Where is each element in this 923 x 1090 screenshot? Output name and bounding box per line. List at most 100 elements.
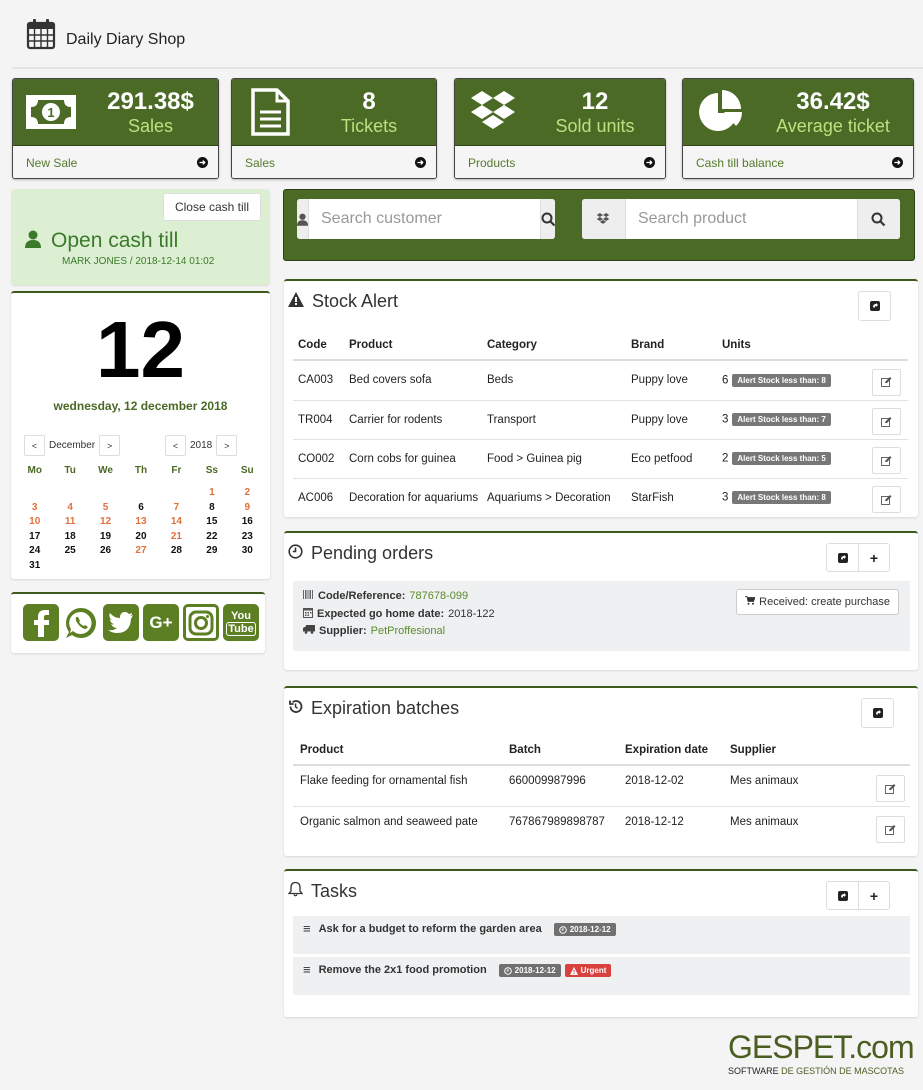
search-product-input[interactable]: [625, 199, 857, 239]
urgent-label: Urgent: [580, 966, 607, 975]
page-title: Daily Diary Shop: [66, 30, 186, 48]
money-bill-icon: 1: [25, 87, 77, 137]
calendar-day[interactable]: 20: [123, 530, 158, 544]
calendar-day[interactable]: 8: [194, 501, 229, 515]
products-link[interactable]: Products ➜: [455, 146, 665, 178]
calendar-day[interactable]: 28: [159, 544, 194, 558]
cell-units: 3 Alert Stock less than: 7: [722, 400, 866, 440]
units-value: 6: [722, 374, 729, 387]
calendar-day[interactable]: 18: [52, 530, 87, 544]
calendar-day[interactable]: 15: [194, 515, 229, 529]
cell-brand: Puppy love: [631, 360, 722, 401]
whatsapp-icon[interactable]: [63, 604, 99, 641]
stock-alert-panel: Stock Alert Code Product Category Brand …: [284, 279, 918, 517]
edit-button[interactable]: [872, 486, 901, 514]
sales-link[interactable]: Sales ➜: [232, 146, 436, 178]
supplier-value[interactable]: PetProffesional: [371, 625, 445, 637]
edit-button[interactable]: [872, 447, 901, 474]
weekday-header: Th: [134, 465, 148, 476]
expiration-row: Organic salmon and seaweed pate 767867989…: [293, 806, 910, 847]
calendar-day[interactable]: 5: [88, 501, 123, 515]
calendar-day[interactable]: 31: [17, 559, 52, 573]
edit-button[interactable]: [872, 368, 901, 396]
column-header: Code: [293, 330, 349, 361]
calendar-blank: [17, 486, 52, 500]
cash-till-status: Open cash till: [51, 229, 179, 252]
stock-alert-row: AC006 Decoration for aquariums Aquariums >…: [293, 478, 908, 517]
calendar-day[interactable]: 26: [88, 544, 123, 558]
refresh-button[interactable]: [827, 882, 858, 909]
calendar-widget: 12 wednesday, 12 december 2018 < Decembe…: [11, 291, 270, 579]
refresh-button[interactable]: [862, 699, 893, 727]
next-month-button[interactable]: >: [99, 435, 121, 456]
edit-button[interactable]: [876, 775, 905, 803]
year-nav: < 2018 >: [165, 435, 238, 456]
close-cash-till-button[interactable]: Close cash till: [162, 193, 261, 221]
refresh-button[interactable]: [827, 544, 858, 571]
calendar-day[interactable]: 21: [159, 530, 194, 544]
refresh-button[interactable]: [859, 292, 890, 320]
cell-expiration-date: 2018-12-12: [625, 815, 684, 828]
calendar-day[interactable]: 13: [123, 515, 158, 529]
stock-alert-badge: Alert Stock less than: 8: [732, 373, 831, 387]
drag-handle-icon[interactable]: ≡: [303, 922, 311, 935]
add-button[interactable]: +: [858, 544, 889, 571]
search-bar: [283, 189, 915, 261]
calendar-day[interactable]: 16: [230, 515, 265, 529]
next-year-button[interactable]: >: [216, 435, 238, 456]
calendar-day[interactable]: 3: [17, 501, 52, 515]
facebook-icon[interactable]: [23, 604, 59, 641]
create-purchase-button[interactable]: Received: create purchase: [736, 589, 899, 615]
calendar-day[interactable]: 30: [230, 544, 265, 558]
edit-button[interactable]: [876, 816, 905, 844]
calendar-day[interactable]: 14: [159, 515, 194, 529]
task-date-badge: 2018-12-12: [498, 964, 561, 977]
weekday-header: Su: [240, 465, 254, 476]
calendar-day[interactable]: 2: [230, 486, 265, 500]
calendar-grid: Mo Tu We Th Fr Ss Su 1 2 3 4 5 6 7 8 9 10 11 12 13 14 15 16 17 1…: [17, 465, 265, 572]
stock-alert-table: Code Product Category Brand Units CA003 B…: [293, 330, 908, 517]
brand-tagline-a: SOFTWARE: [728, 1066, 779, 1076]
instagram-icon[interactable]: [183, 604, 219, 641]
calendar-day[interactable]: 1: [194, 486, 229, 500]
add-task-button[interactable]: +: [858, 882, 889, 909]
cell-code: AC006: [298, 491, 334, 504]
task-item[interactable]: ≡ Ask for a budget to reform the garden a…: [293, 916, 910, 954]
search-product-button[interactable]: [856, 199, 900, 239]
brand-suffix: .com: [848, 1029, 914, 1065]
prev-year-button[interactable]: <: [165, 435, 186, 456]
search-customer-input[interactable]: [309, 199, 540, 239]
calendar-day[interactable]: 25: [52, 544, 87, 558]
calendar-day[interactable]: 6: [123, 501, 158, 515]
google-plus-icon[interactable]: G+: [143, 604, 179, 641]
units-value: 2: [722, 452, 729, 465]
calendar-day[interactable]: 23: [230, 530, 265, 544]
calendar-day[interactable]: 29: [194, 544, 229, 558]
search-customer-button[interactable]: [540, 199, 555, 239]
stat-card-sales: 1 291.38$ Sales New Sale ➜: [12, 78, 219, 179]
calendar-day[interactable]: 22: [194, 530, 229, 544]
stock-alert-row: CA003 Bed covers sofa Beds Puppy love 6 Alert…: [293, 360, 908, 401]
edit-button[interactable]: [872, 408, 901, 435]
calendar-day[interactable]: 24: [17, 544, 52, 558]
calendar-day[interactable]: 27: [123, 544, 158, 558]
twitter-icon[interactable]: [103, 604, 139, 641]
youtube-icon[interactable]: You Tube: [223, 604, 259, 641]
cash-till-balance-link[interactable]: Cash till balance ➜: [683, 146, 913, 178]
stat-value: 36.42$: [796, 88, 870, 115]
drag-handle-icon[interactable]: ≡: [303, 963, 311, 976]
task-item[interactable]: ≡ Remove the 2x1 food promotion 2018-12-12…: [293, 957, 910, 995]
bell-icon: [287, 881, 304, 902]
calendar-day[interactable]: 10: [17, 515, 52, 529]
stock-alert-row: CO002 Corn cobs for guinea Food > Guinea p…: [293, 439, 908, 479]
calendar-day[interactable]: 9: [230, 501, 265, 515]
prev-month-button[interactable]: <: [24, 435, 45, 456]
calendar-day[interactable]: 4: [52, 501, 87, 515]
calendar-day[interactable]: 12: [88, 515, 123, 529]
stat-link-label: New Sale: [26, 155, 78, 170]
calendar-day[interactable]: 11: [52, 515, 87, 529]
calendar-day[interactable]: 19: [88, 530, 123, 544]
calendar-day[interactable]: 7: [159, 501, 194, 515]
new-sale-link[interactable]: New Sale ➜: [13, 146, 218, 178]
calendar-day[interactable]: 17: [17, 530, 52, 544]
